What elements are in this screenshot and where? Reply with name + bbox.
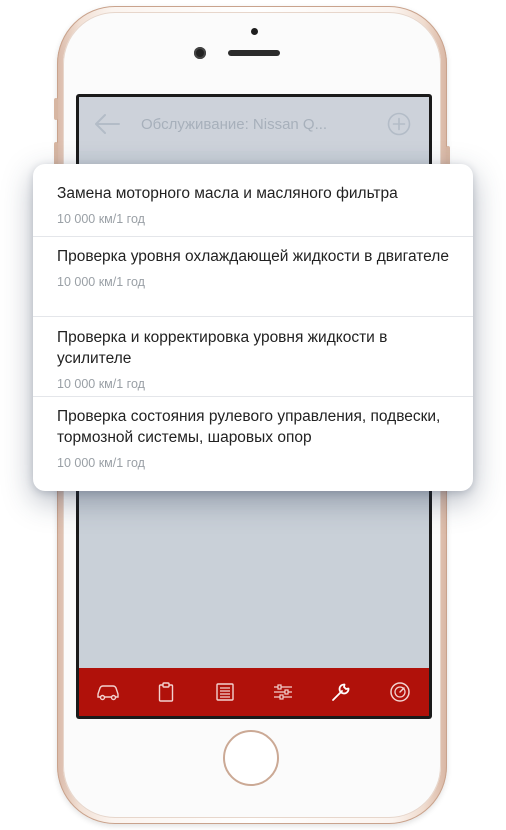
- item-interval: 10 000 км/1 год: [57, 275, 145, 289]
- item-title: Проверка состояния рулевого управления, …: [57, 408, 441, 446]
- item-interval: 10 000 км/1 год: [57, 456, 145, 470]
- item-interval: 10 000 км/1 год: [57, 212, 145, 226]
- list-item[interactable]: Замена моторного масла и масляного фильт…: [33, 164, 473, 237]
- maintenance-popup: Замена моторного масла и масляного фильт…: [33, 164, 473, 491]
- front-camera: [194, 47, 206, 59]
- mute-switch: [54, 98, 58, 120]
- page-title: Обслуживание: Nissan Q...: [141, 116, 328, 133]
- proximity-sensor: [251, 28, 258, 35]
- list-item[interactable]: Проверка и корректировка уровня жидкости…: [33, 317, 473, 397]
- list-item[interactable]: Проверка состояния рулевого управления, …: [33, 397, 473, 491]
- item-title: Проверка уровня охлаждающей жидкости в д…: [57, 248, 449, 265]
- wrench-icon[interactable]: [326, 677, 356, 707]
- add-circle-icon[interactable]: [387, 112, 411, 136]
- list-item[interactable]: Проверка уровня охлаждающей жидкости в д…: [33, 237, 473, 317]
- app-bar: Обслуживание: Nissan Q...: [79, 97, 429, 151]
- item-interval: 10 000 км/1 год: [57, 377, 145, 391]
- home-button[interactable]: [223, 730, 279, 786]
- clipboard-icon[interactable]: [151, 677, 181, 707]
- sliders-icon[interactable]: [268, 677, 298, 707]
- item-title: Проверка и корректировка уровня жидкости…: [57, 329, 388, 367]
- gauge-icon[interactable]: [385, 677, 415, 707]
- car-icon[interactable]: [93, 677, 123, 707]
- item-title: Замена моторного масла и масляного фильт…: [57, 185, 398, 202]
- earpiece-speaker: [228, 50, 280, 56]
- list-icon[interactable]: [210, 677, 240, 707]
- bottom-nav: [79, 668, 429, 716]
- back-arrow-icon[interactable]: [93, 111, 121, 137]
